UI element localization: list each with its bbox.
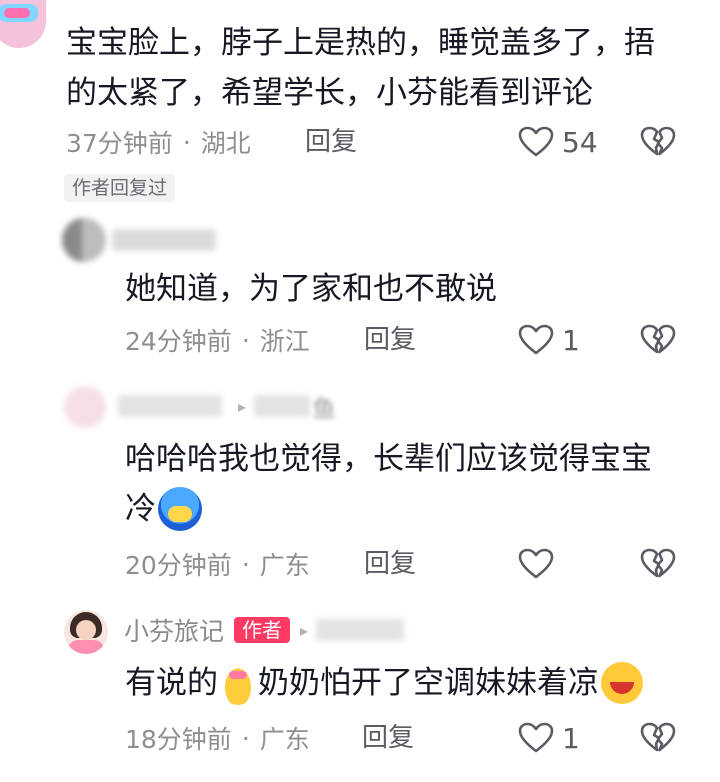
author-avatar[interactable]: [64, 610, 108, 654]
like-count: 1: [562, 323, 580, 357]
reply-arrow-icon: ▸: [300, 620, 309, 640]
reply-arrow-icon: ▸: [238, 396, 247, 416]
comment-text: 她知道，为了家和也不敢说: [125, 271, 497, 307]
comment-meta: 37分钟前 · 湖北: [66, 122, 251, 162]
comment-actions: 54: [518, 122, 676, 162]
heart-outline-icon: [518, 324, 554, 356]
comment-item: 宝宝脸上，脖子上是热的，睡觉盖多了，捂 的太紧了，希望学长，小芬能看到评论 37…: [0, 0, 720, 210]
reply-button[interactable]: 回复: [364, 544, 416, 584]
comment-text-line: 冷: [125, 484, 652, 534]
commenter-avatar[interactable]: [62, 218, 106, 262]
like-button[interactable]: 1: [518, 722, 598, 755]
comment-location: 广东: [259, 725, 310, 754]
comment-time: 20分钟前: [125, 551, 232, 580]
commenter-avatar[interactable]: [64, 386, 106, 428]
comment-item: 小芬旅记 作者 ▸ 有说的 奶奶怕开了空调妹妹着凉 18分钟前 · 广东 回复 1: [0, 604, 720, 782]
dislike-button[interactable]: [640, 324, 676, 356]
author-name[interactable]: 小芬旅记: [124, 612, 224, 648]
meta-separator: ·: [182, 127, 191, 157]
dislike-button[interactable]: [640, 126, 676, 158]
comment-location: 浙江: [259, 327, 310, 356]
commenter-name-obscured[interactable]: [118, 395, 222, 417]
comment-actions: [518, 544, 676, 584]
reply-target-name-suffix: 鱼: [312, 394, 337, 423]
comment-time: 18分钟前: [125, 725, 232, 754]
pray-hands-emoji-icon: [220, 660, 256, 705]
comment-location: 湖北: [200, 129, 251, 158]
heart-outline-icon: [518, 548, 554, 580]
comment-actions: 1: [518, 320, 676, 360]
reply-button[interactable]: 回复: [305, 122, 357, 162]
commenter-name-row: [112, 222, 216, 258]
commenter-name-row: 小芬旅记 作者 ▸: [124, 612, 405, 648]
broken-heart-icon: [640, 324, 676, 356]
comment-meta: 24分钟前 · 浙江: [125, 320, 310, 360]
commenter-name-obscured[interactable]: [112, 229, 216, 251]
like-count: 54: [562, 125, 598, 159]
broken-heart-icon: [640, 126, 676, 158]
commenter-avatar[interactable]: [0, 0, 46, 48]
reply-button[interactable]: 回复: [364, 320, 416, 360]
meta-separator: ·: [241, 325, 250, 355]
comment-meta: 20分钟前 · 广东: [125, 544, 310, 584]
comment-text: 有说的 奶奶怕开了空调妹妹着凉: [125, 658, 643, 708]
cold-face-emoji-icon: [158, 486, 202, 531]
like-button[interactable]: 54: [518, 126, 598, 159]
broken-heart-icon: [640, 722, 676, 754]
comment-time: 37分钟前: [66, 129, 173, 158]
heart-outline-icon: [518, 722, 554, 754]
comment-location: 广东: [259, 551, 310, 580]
dislike-button[interactable]: [640, 548, 676, 580]
comment-text: 宝宝脸上，脖子上是热的，睡觉盖多了，捂 的太紧了，希望学长，小芬能看到评论: [66, 18, 655, 118]
comment-text-line: 宝宝脸上，脖子上是热的，睡觉盖多了，捂: [66, 25, 655, 61]
comment-text-line: 的太紧了，希望学长，小芬能看到评论: [66, 75, 593, 111]
like-count: 1: [562, 721, 580, 755]
comment-item: 她知道，为了家和也不敢说 24分钟前 · 浙江 回复 1: [0, 210, 720, 370]
meta-separator: ·: [241, 723, 250, 753]
author-replied-tag: 作者回复过: [64, 174, 176, 202]
author-badge: 作者: [234, 617, 291, 643]
comment-actions: 1: [518, 718, 676, 758]
reply-target-name-obscured[interactable]: [316, 619, 405, 641]
reply-target-name-obscured[interactable]: [254, 395, 311, 417]
dislike-button[interactable]: [640, 722, 676, 754]
reply-button[interactable]: 回复: [362, 718, 414, 758]
like-button[interactable]: [518, 548, 598, 580]
like-button[interactable]: 1: [518, 324, 598, 357]
laughing-face-emoji-icon: [601, 661, 643, 704]
commenter-name-row: ▸ 鱼: [118, 388, 336, 424]
comment-text: 哈哈哈我也觉得，长辈们应该觉得宝宝 冷: [125, 434, 652, 534]
comment-meta: 18分钟前 · 广东: [125, 718, 310, 758]
comment-item: ▸ 鱼 哈哈哈我也觉得，长辈们应该觉得宝宝 冷 20分钟前 · 广东 回复: [0, 380, 720, 590]
meta-separator: ·: [241, 549, 250, 579]
broken-heart-icon: [640, 548, 676, 580]
heart-outline-icon: [518, 126, 554, 158]
comment-text-line: 哈哈哈我也觉得，长辈们应该觉得宝宝: [125, 441, 652, 477]
comment-time: 24分钟前: [125, 327, 232, 356]
